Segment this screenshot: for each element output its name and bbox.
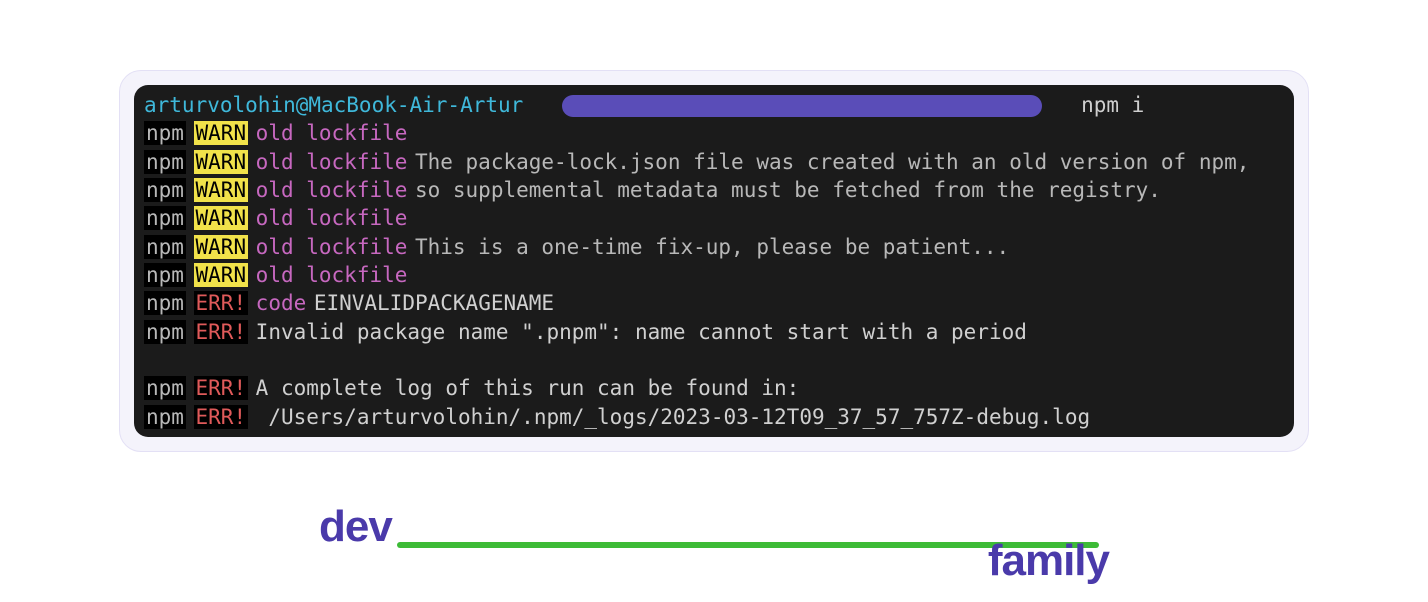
err-message: EINVALIDPACKAGENAME [314, 291, 554, 315]
warn-category: old lockfile [256, 178, 408, 202]
err-footer-row: npm ERR! A complete log of this run can be… [144, 374, 1284, 402]
warn-category: old lockfile [256, 235, 408, 259]
warn-row: npm WARN old lockfile The package-lock.json… [144, 148, 1284, 176]
err-message: Invalid package name ".pnpm": name canno… [256, 320, 1027, 344]
warn-badge: WARN [194, 178, 249, 202]
warn-category: old lockfile [256, 121, 408, 145]
err-badge: ERR! [194, 376, 249, 400]
npm-prefix: npm [144, 376, 186, 400]
npm-prefix: npm [144, 263, 186, 287]
logo-wrap: dev family [119, 508, 1309, 578]
warn-badge: WARN [194, 121, 249, 145]
err-badge: ERR! [194, 291, 249, 315]
warn-row: npm WARN old lockfile so supplemental metad… [144, 176, 1284, 204]
warn-badge: WARN [194, 235, 249, 259]
npm-prefix: npm [144, 320, 186, 344]
warn-message: This is a one-time fix-up, please be pat… [415, 235, 1009, 259]
err-row: npm ERR! Invalid package name ".pnpm": nam… [144, 318, 1284, 346]
warn-message: The package-lock.json file was created w… [415, 150, 1249, 174]
terminal: arturvolohin@MacBook-Air-Artur npm i npm… [134, 85, 1294, 437]
user-host: arturvolohin@MacBook-Air-Artur [144, 93, 523, 117]
warn-row: npm WARN old lockfile [144, 204, 1284, 232]
npm-prefix: npm [144, 291, 186, 315]
err-footer-message: /Users/arturvolohin/.npm/_logs/2023-03-1… [256, 405, 1090, 429]
err-category: code [256, 291, 307, 315]
logo-left-word: dev [319, 502, 392, 552]
npm-prefix: npm [144, 206, 186, 230]
redacted-path-pill [562, 95, 1042, 117]
warn-row: npm WARN old lockfile This is a one-time fi… [144, 233, 1284, 261]
dev-family-logo: dev family [319, 508, 1109, 578]
err-row: npm ERR! code EINVALIDPACKAGENAME [144, 289, 1284, 317]
npm-prefix: npm [144, 178, 186, 202]
prompt-row: arturvolohin@MacBook-Air-Artur npm i [144, 91, 1284, 119]
warn-category: old lockfile [256, 263, 408, 287]
logo-right-word: family [988, 536, 1109, 586]
warn-badge: WARN [194, 206, 249, 230]
warn-badge: WARN [194, 150, 249, 174]
npm-prefix: npm [144, 150, 186, 174]
err-footer-row: npm ERR! /Users/arturvolohin/.npm/_logs/2… [144, 403, 1284, 431]
npm-prefix: npm [144, 121, 186, 145]
terminal-frame: arturvolohin@MacBook-Air-Artur npm i npm… [119, 70, 1309, 452]
blank-row [144, 346, 1284, 374]
warn-row: npm WARN old lockfile [144, 261, 1284, 289]
warn-message: so supplemental metadata must be fetched… [415, 178, 1161, 202]
command: npm i [1081, 93, 1144, 117]
npm-prefix: npm [144, 235, 186, 259]
warn-category: old lockfile [256, 150, 408, 174]
warn-badge: WARN [194, 263, 249, 287]
npm-prefix: npm [144, 405, 186, 429]
err-badge: ERR! [194, 320, 249, 344]
warn-row: npm WARN old lockfile [144, 119, 1284, 147]
err-footer-message: A complete log of this run can be found … [256, 376, 800, 400]
err-badge: ERR! [194, 405, 249, 429]
warn-category: old lockfile [256, 206, 408, 230]
